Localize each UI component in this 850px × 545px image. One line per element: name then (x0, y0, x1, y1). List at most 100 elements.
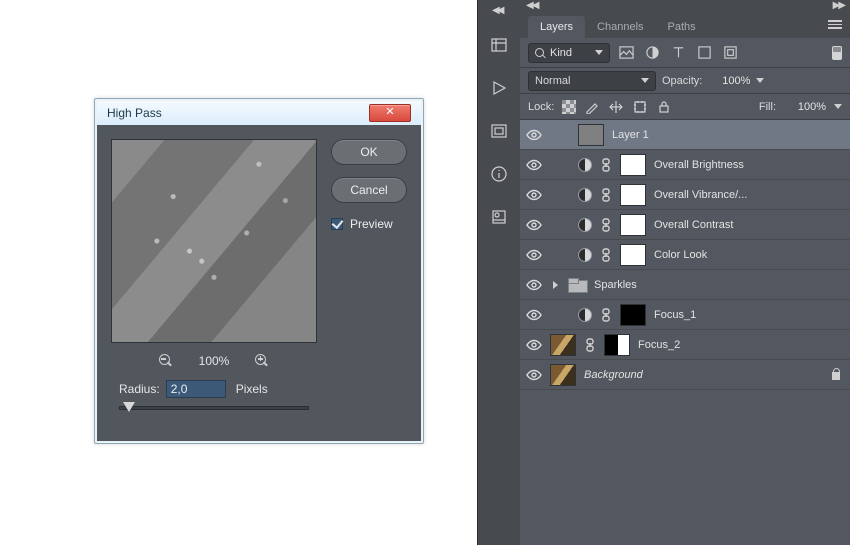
mask-link-icon[interactable] (600, 308, 612, 322)
filter-smartobject-icon[interactable] (720, 44, 740, 62)
preview-label: Preview (350, 217, 393, 231)
folder-icon (568, 278, 586, 292)
adjustment-icon[interactable] (578, 188, 592, 202)
high-pass-dialog: High Pass ✕ 100% Radius: Pixels (94, 98, 424, 444)
visibility-icon[interactable] (526, 367, 542, 383)
chevron-down-icon[interactable] (834, 104, 842, 109)
layer-mask-thumbnail[interactable] (620, 184, 646, 206)
opacity-input[interactable] (708, 72, 750, 90)
preview-toggle[interactable]: Preview (331, 217, 407, 231)
layer-name[interactable]: Overall Contrast (654, 219, 842, 231)
zoom-in-icon[interactable] (255, 354, 269, 368)
layer-row[interactable]: Color Look (520, 240, 850, 270)
visibility-icon[interactable] (526, 157, 542, 173)
filter-kind-dropdown[interactable]: Kind (528, 43, 610, 63)
layers-panel: ◀◀ ◀◀ ▶▶ Layers Channels Paths Kind (477, 0, 850, 545)
filter-image-icon[interactable] (616, 44, 636, 62)
history-panel-icon[interactable] (490, 36, 508, 59)
adjustment-icon[interactable] (578, 158, 592, 172)
layer-mask-thumbnail[interactable] (620, 214, 646, 236)
filter-preview[interactable] (111, 139, 317, 343)
layer-name[interactable]: Layer 1 (612, 129, 842, 141)
radius-input[interactable] (166, 380, 226, 398)
ok-button[interactable]: OK (331, 139, 407, 165)
tab-channels[interactable]: Channels (585, 16, 655, 38)
tab-paths[interactable]: Paths (656, 16, 708, 38)
panel-menu-icon[interactable] (828, 20, 842, 29)
lock-pixels-icon[interactable] (584, 99, 600, 115)
layer-name[interactable]: Background (584, 369, 822, 381)
radius-label: Radius: (119, 382, 160, 396)
mask-link-icon[interactable] (600, 218, 612, 232)
layer-thumbnail[interactable] (578, 124, 604, 146)
layer-mask-thumbnail[interactable] (620, 304, 646, 326)
panel-tabs: Layers Channels Paths (520, 14, 850, 38)
properties-panel-icon[interactable] (490, 122, 508, 145)
layer-name[interactable]: Focus_1 (654, 309, 842, 321)
chevron-down-icon (641, 78, 649, 83)
mask-link-icon[interactable] (600, 158, 612, 172)
filter-shape-icon[interactable] (694, 44, 714, 62)
lock-all-icon[interactable] (656, 99, 672, 115)
lock-transparency-icon[interactable] (562, 100, 576, 114)
actions-panel-icon[interactable] (490, 79, 508, 102)
adjustment-icon[interactable] (578, 248, 592, 262)
layer-thumbnail[interactable] (550, 334, 576, 356)
zoom-out-icon[interactable] (159, 354, 173, 368)
layer-row[interactable]: Overall Contrast (520, 210, 850, 240)
panel-dock: ◀◀ (478, 0, 520, 545)
fill-input[interactable] (784, 98, 826, 116)
radius-slider[interactable] (119, 401, 309, 417)
adjustment-icon[interactable] (578, 308, 592, 322)
layer-mask-thumbnail[interactable] (620, 154, 646, 176)
tab-layers[interactable]: Layers (528, 16, 585, 38)
visibility-icon[interactable] (526, 277, 542, 293)
layer-name[interactable]: Sparkles (594, 279, 842, 291)
layer-thumbnail[interactable] (550, 364, 576, 386)
layer-row[interactable]: Sparkles (520, 270, 850, 300)
layer-mask-thumbnail[interactable] (604, 334, 630, 356)
slider-track (119, 406, 309, 410)
visibility-icon[interactable] (526, 307, 542, 323)
mask-link-icon[interactable] (600, 188, 612, 202)
panel-collapse-right-icon[interactable]: ▶▶ (833, 0, 844, 14)
visibility-icon[interactable] (526, 217, 542, 233)
lock-artboard-icon[interactable] (632, 99, 648, 115)
dock-collapse-icon[interactable]: ◀◀ (492, 5, 506, 16)
chevron-down-icon[interactable] (756, 78, 764, 83)
dialog-titlebar[interactable]: High Pass ✕ (97, 101, 421, 125)
close-button[interactable]: ✕ (369, 104, 411, 122)
adjustment-icon[interactable] (578, 218, 592, 232)
visibility-icon[interactable] (526, 127, 542, 143)
cancel-button[interactable]: Cancel (331, 177, 407, 203)
filter-type-icon[interactable] (668, 44, 688, 62)
layer-name[interactable]: Focus_2 (638, 339, 842, 351)
lock-label: Lock: (528, 101, 554, 113)
mask-link-icon[interactable] (584, 338, 596, 352)
layer-row[interactable]: Layer 1 (520, 120, 850, 150)
layer-row[interactable]: Overall Vibrance/... (520, 180, 850, 210)
filter-adjustment-icon[interactable] (642, 44, 662, 62)
layer-row[interactable]: Overall Brightness (520, 150, 850, 180)
blend-mode-dropdown[interactable]: Normal (528, 71, 656, 91)
panel-collapse-left-icon[interactable]: ◀◀ (526, 0, 537, 14)
mask-link-icon[interactable] (600, 248, 612, 262)
visibility-icon[interactable] (526, 187, 542, 203)
lock-icon (830, 368, 842, 381)
layer-row[interactable]: Focus_1 (520, 300, 850, 330)
layer-filter-row: Kind (520, 38, 850, 68)
disclosure-triangle-icon[interactable] (550, 280, 560, 290)
visibility-icon[interactable] (526, 247, 542, 263)
layer-mask-thumbnail[interactable] (620, 244, 646, 266)
filter-toggle-switch[interactable] (832, 46, 842, 60)
lock-position-icon[interactable] (608, 99, 624, 115)
layer-row[interactable]: Focus_2 (520, 330, 850, 360)
layer-name[interactable]: Overall Brightness (654, 159, 842, 171)
layer-row[interactable]: Background (520, 360, 850, 390)
visibility-icon[interactable] (526, 337, 542, 353)
info-panel-icon[interactable] (490, 165, 508, 188)
slider-thumb[interactable] (123, 402, 135, 412)
layer-name[interactable]: Overall Vibrance/... (654, 189, 842, 201)
character-panel-icon[interactable] (490, 208, 508, 231)
layer-name[interactable]: Color Look (654, 249, 842, 261)
